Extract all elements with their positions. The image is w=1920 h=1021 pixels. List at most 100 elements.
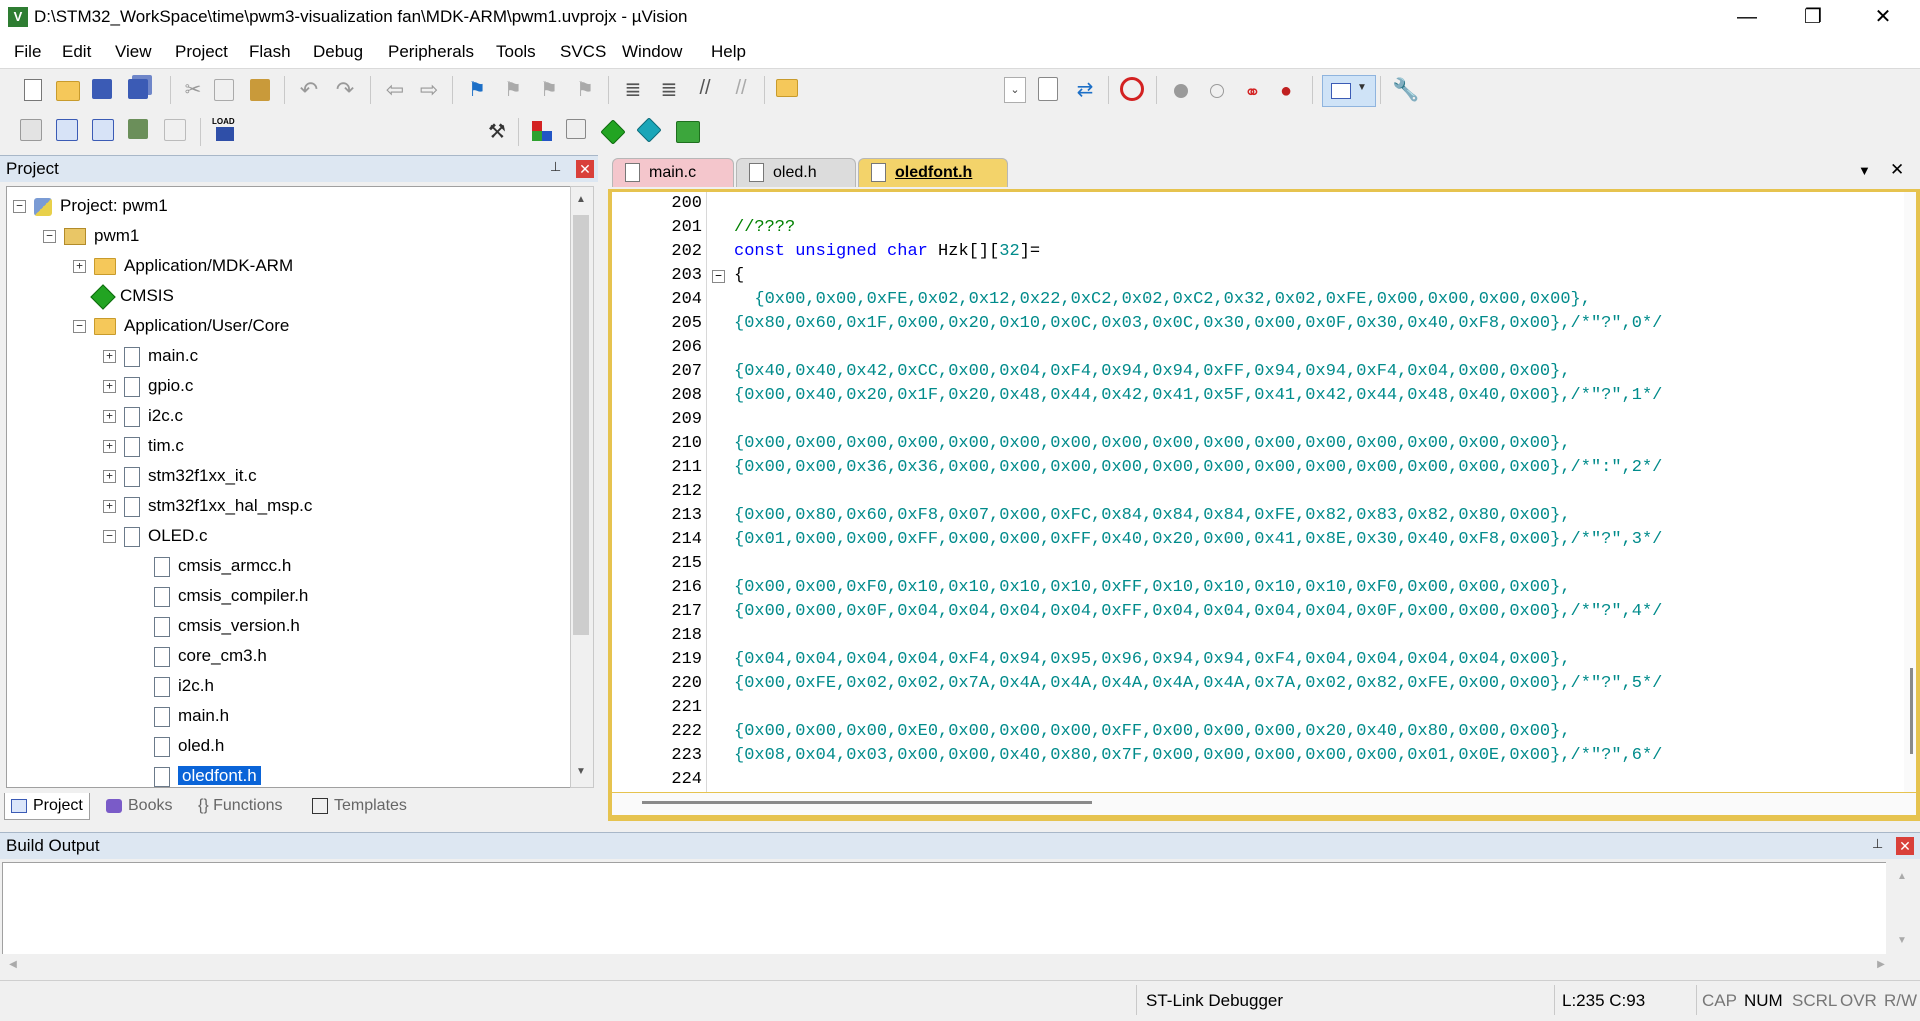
expand-icon[interactable]: +	[103, 380, 116, 394]
expand-icon[interactable]: +	[103, 410, 116, 424]
close-icon[interactable]: ✕	[1896, 837, 1914, 855]
menu-tools[interactable]: Tools	[496, 42, 536, 62]
file-extensions-icon[interactable]	[566, 119, 586, 139]
code-editor[interactable]: 200 201 202 203 204 205 206 207 208 209 210 211 212 2…	[612, 192, 1916, 792]
tree-item[interactable]: + stm32f1xx_hal_msp.c	[103, 493, 312, 519]
rebuild-icon[interactable]	[92, 119, 114, 141]
code-line[interactable]: const unsigned char Hzk[][32]=	[734, 240, 1040, 264]
tree-item[interactable]: − pwm1	[43, 223, 139, 249]
code-line[interactable]: {0x00,0x00,0x0F,0x04,0x04,0x04,0x04,0xFF…	[734, 600, 1662, 624]
translate-icon[interactable]	[20, 119, 42, 141]
collapse-icon[interactable]: −	[73, 320, 86, 334]
close-window-button[interactable]: ✕	[1850, 0, 1916, 34]
pin-icon[interactable]: ⊥	[1872, 836, 1883, 852]
scroll-right-icon[interactable]: ▶	[1872, 956, 1890, 974]
code-line[interactable]: {0x00,0x00,0x00,0x00,0x00,0x00,0x00,0x00…	[734, 432, 1571, 456]
scroll-up-icon[interactable]: ▲	[572, 191, 590, 209]
unindent-icon[interactable]: ≣	[656, 77, 682, 103]
copy-icon[interactable]	[214, 79, 234, 101]
build-output-text[interactable]	[2, 862, 1900, 956]
scroll-up-icon[interactable]: ▲	[1893, 868, 1911, 886]
code-line[interactable]: {0x80,0x60,0x1F,0x00,0x20,0x10,0x0C,0x03…	[734, 312, 1662, 336]
scrollbar-thumb[interactable]	[642, 801, 1092, 804]
menu-peripherals[interactable]: Peripherals	[388, 42, 474, 62]
select-software-packs-icon[interactable]	[636, 117, 662, 143]
code-line[interactable]: {0x00,0x00,0xFE,0x02,0x12,0x22,0xC2,0x02…	[734, 288, 1591, 312]
code-line[interactable]: {0x40,0x40,0x42,0xCC,0x00,0x04,0xF4,0x94…	[734, 360, 1571, 384]
expand-icon[interactable]: +	[103, 500, 116, 514]
pin-icon[interactable]: ⊥	[550, 159, 561, 175]
tab-templates[interactable]: Templates	[306, 793, 413, 819]
code-line[interactable]: {	[734, 264, 744, 288]
navigate-forward-icon[interactable]: ⇨	[416, 77, 442, 103]
menu-view[interactable]: View	[115, 42, 152, 62]
close-icon[interactable]: ✕	[576, 160, 594, 178]
configure-wrench-icon[interactable]: 🔧	[1392, 77, 1419, 103]
tab-functions[interactable]: {} Functions	[192, 793, 289, 819]
tree-item[interactable]: + tim.c	[103, 433, 184, 459]
redo-icon[interactable]: ↷	[332, 77, 358, 103]
tree-item[interactable]: cmsis_armcc.h	[133, 553, 291, 579]
tree-item[interactable]: main.h	[133, 703, 229, 729]
save-icon[interactable]	[92, 79, 112, 99]
collapse-icon[interactable]: −	[13, 200, 26, 214]
editor-tab[interactable]: oledfont.h	[858, 158, 1008, 187]
prev-bookmark-icon[interactable]: ⚑	[500, 77, 526, 103]
tree-item[interactable]: cmsis_compiler.h	[133, 583, 308, 609]
build-output-vertical-scrollbar[interactable]: ▲ ▼	[1886, 862, 1918, 956]
menu-flash[interactable]: Flash	[249, 42, 291, 62]
save-all-icon[interactable]	[128, 79, 148, 99]
scroll-down-icon[interactable]: ▼	[1893, 932, 1911, 950]
cut-icon[interactable]: ✂	[180, 77, 206, 103]
build-icon[interactable]	[56, 119, 78, 141]
find-in-files-icon[interactable]	[776, 79, 798, 97]
collapse-icon[interactable]: −	[103, 530, 116, 544]
expand-icon[interactable]: +	[103, 350, 116, 364]
stop-build-icon[interactable]	[164, 119, 186, 141]
editor-vertical-scrollbar[interactable]	[1904, 192, 1916, 792]
collapse-icon[interactable]: −	[43, 230, 56, 244]
scroll-left-icon[interactable]: ◀	[4, 956, 22, 974]
tab-list-dropdown-icon[interactable]: ▼	[1858, 163, 1871, 178]
editor-tab[interactable]: main.c	[612, 158, 734, 187]
tree-item[interactable]: − OLED.c	[103, 523, 208, 549]
pack-installer-icon[interactable]	[676, 121, 700, 143]
breakpoint-enable-icon[interactable]	[1210, 84, 1224, 98]
next-bookmark-icon[interactable]: ⚑	[536, 77, 562, 103]
code-line[interactable]: {0x00,0x00,0x00,0xE0,0x00,0x00,0x00,0xFF…	[734, 720, 1571, 744]
find-dropdown[interactable]: ⌄	[1004, 77, 1026, 103]
expand-icon[interactable]: +	[103, 470, 116, 484]
code-line[interactable]: {0x00,0x40,0x20,0x1F,0x20,0x48,0x44,0x42…	[734, 384, 1662, 408]
scroll-down-icon[interactable]: ▼	[572, 763, 590, 781]
breakpoint-insert-icon[interactable]	[1174, 84, 1188, 98]
incremental-find-icon[interactable]: ⇄	[1072, 77, 1098, 103]
breakpoint-disable-all-icon[interactable]: ⚭	[1244, 80, 1264, 104]
open-folder-icon[interactable]	[56, 81, 80, 101]
tree-item[interactable]: core_cm3.h	[133, 643, 267, 669]
manage-project-items-icon[interactable]	[530, 119, 556, 145]
code-line[interactable]: {0x00,0xFE,0x02,0x02,0x7A,0x4A,0x4A,0x4A…	[734, 672, 1662, 696]
paste-icon[interactable]	[250, 79, 270, 101]
menu-svcs[interactable]: SVCS	[560, 42, 606, 62]
batch-build-icon[interactable]	[128, 119, 148, 139]
project-tree-scrollbar[interactable]: ▲ ▼	[570, 186, 594, 788]
code-line[interactable]: {0x04,0x04,0x04,0x04,0xF4,0x94,0x95,0x96…	[734, 648, 1571, 672]
tree-item[interactable]: cmsis_version.h	[133, 613, 300, 639]
fold-collapse-icon[interactable]: −	[712, 270, 725, 283]
tree-item[interactable]: oledfont.h	[133, 763, 261, 787]
code-line[interactable]: {0x00,0x00,0xF0,0x10,0x10,0x10,0x10,0xFF…	[734, 576, 1571, 600]
expand-icon[interactable]: +	[103, 440, 116, 454]
undo-icon[interactable]: ↶	[296, 77, 322, 103]
breakpoint-kill-all-icon[interactable]: ●	[1280, 80, 1302, 102]
tree-item[interactable]: CMSIS	[73, 283, 174, 310]
expand-icon[interactable]: +	[73, 260, 86, 274]
tree-item[interactable]: + main.c	[103, 343, 198, 369]
code-line[interactable]: {0x01,0x00,0x00,0xFF,0x00,0x00,0xFF,0x40…	[734, 528, 1662, 552]
window-layout-dropdown[interactable]: ▼	[1322, 75, 1376, 107]
menu-window[interactable]: Window	[622, 42, 682, 62]
tree-item[interactable]: + Application/MDK-ARM	[73, 253, 293, 279]
tree-item[interactable]: − Project: pwm1	[13, 193, 168, 219]
new-file-icon[interactable]	[20, 77, 46, 103]
uncomment-icon[interactable]: //	[728, 77, 754, 103]
debug-start-icon[interactable]	[1120, 77, 1144, 101]
